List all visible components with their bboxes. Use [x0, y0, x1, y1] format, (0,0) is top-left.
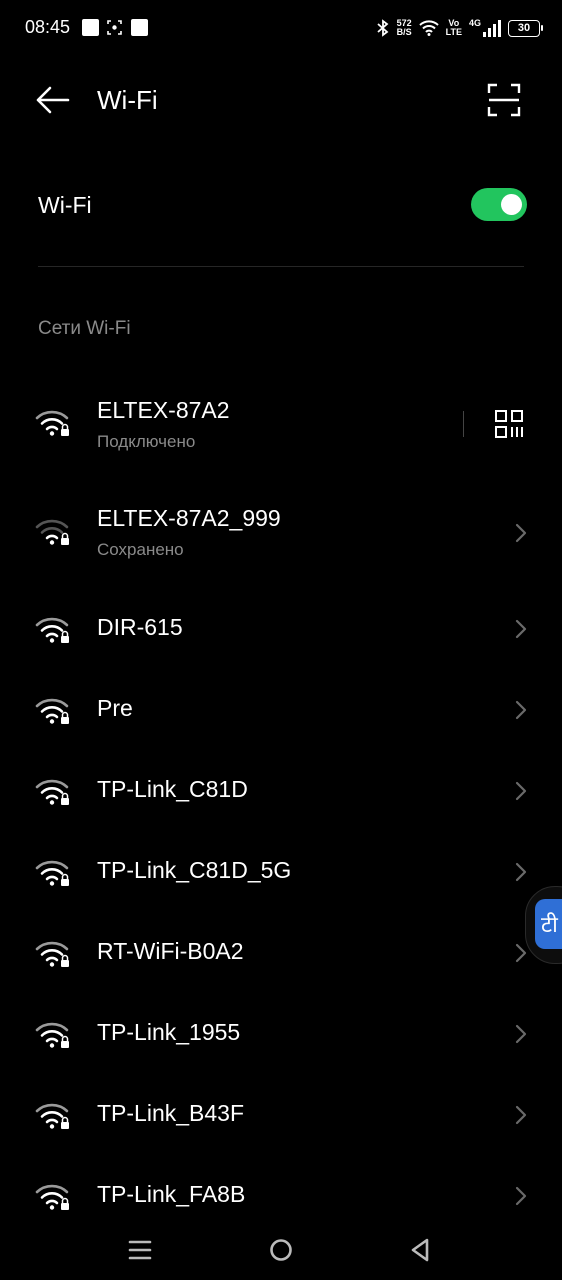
nav-bar — [0, 1220, 562, 1280]
wifi-lock-icon — [35, 941, 69, 967]
network-item[interactable]: TP-Link_1955 — [0, 990, 562, 1070]
network-status: Сохранено — [97, 540, 184, 559]
chevron-right-icon — [515, 862, 527, 882]
network-name: TP-Link_1955 — [97, 1019, 241, 1045]
wifi-lock-icon — [35, 519, 69, 545]
wifi-lock-icon — [35, 1103, 69, 1129]
status-time: 08:45 — [25, 17, 71, 37]
network-item[interactable]: TP-Link_C81D_5G — [0, 828, 562, 908]
network-item[interactable]: ELTEX-87A2 Подключено — [0, 370, 562, 451]
floating-bubble-icon: टी — [535, 899, 562, 949]
floating-bubble[interactable]: टी — [525, 886, 562, 964]
arrow-left-icon[interactable] — [32, 82, 72, 118]
wifi-status-icon — [418, 20, 439, 36]
network-item[interactable]: DIR-615 — [0, 585, 562, 665]
wifi-lock-icon — [35, 779, 69, 805]
network-name: Pre — [97, 695, 133, 721]
bluetooth-icon — [377, 19, 389, 37]
menu-icon[interactable] — [120, 1230, 160, 1270]
wifi-lock-icon — [35, 860, 69, 886]
section-title: Сети Wi-Fi — [38, 318, 131, 339]
back-icon[interactable] — [400, 1230, 440, 1270]
wifi-lock-icon — [35, 1184, 69, 1210]
network-status: Подключено — [97, 432, 196, 451]
net-speed: 572 B/S — [397, 19, 412, 37]
wifi-lock-icon — [35, 698, 69, 724]
wifi-toggle-row[interactable]: Wi-Fi — [0, 172, 562, 238]
separator — [463, 411, 464, 437]
chevron-right-icon — [515, 781, 527, 801]
network-name: TP-Link_C81D_5G — [97, 857, 292, 883]
network-name: TP-Link_C81D — [97, 776, 248, 802]
wifi-switch[interactable] — [471, 188, 527, 221]
screen-record-icon — [107, 20, 122, 35]
network-type: 4G — [468, 18, 481, 28]
battery-icon: 30 — [508, 19, 543, 37]
network-item[interactable]: RT-WiFi-B0A2 — [0, 909, 562, 989]
app-header: Wi-Fi — [0, 70, 562, 130]
volte-indicator: Vo LTE — [446, 19, 462, 37]
notification-icon — [82, 19, 99, 36]
network-item[interactable]: TP-Link_C81D — [0, 747, 562, 827]
home-icon[interactable] — [261, 1230, 301, 1270]
chevron-right-icon — [515, 1186, 527, 1206]
wifi-lock-icon — [35, 1022, 69, 1048]
divider — [38, 266, 524, 267]
chevron-right-icon — [515, 943, 527, 963]
wifi-toggle-label: Wi-Fi — [38, 192, 92, 218]
chevron-right-icon — [515, 523, 527, 543]
cell-signal-icon: 4G — [469, 19, 501, 37]
wifi-lock-icon — [35, 617, 69, 643]
page-title: Wi-Fi — [97, 85, 158, 115]
switch-knob — [501, 194, 522, 215]
network-name: RT-WiFi-B0A2 — [97, 938, 244, 964]
network-item[interactable]: ELTEX-87A2_999 Сохранено — [0, 477, 562, 559]
network-item[interactable]: Pre — [0, 666, 562, 746]
chevron-right-icon — [515, 1105, 527, 1125]
network-name: ELTEX-87A2 — [97, 397, 230, 423]
network-item[interactable]: TP-Link_B43F — [0, 1071, 562, 1151]
network-name: TP-Link_B43F — [97, 1100, 245, 1126]
chevron-right-icon — [515, 700, 527, 720]
status-bar: 08:45 572 B/S Vo LTE 4G 30 — [0, 0, 562, 56]
qr-scan-icon[interactable] — [486, 82, 522, 118]
wifi-lock-icon — [35, 410, 69, 436]
network-name: ELTEX-87A2_999 — [97, 505, 281, 531]
chevron-right-icon — [515, 1024, 527, 1044]
battery-level: 30 — [517, 22, 531, 34]
network-name: TP-Link_FA8B — [97, 1181, 246, 1207]
notification-icon-2 — [131, 19, 148, 36]
network-name: DIR-615 — [97, 614, 183, 640]
volte-bottom: LTE — [445, 27, 462, 37]
qr-code-icon[interactable] — [494, 409, 524, 439]
net-speed-unit: B/S — [396, 27, 412, 37]
chevron-right-icon — [515, 619, 527, 639]
